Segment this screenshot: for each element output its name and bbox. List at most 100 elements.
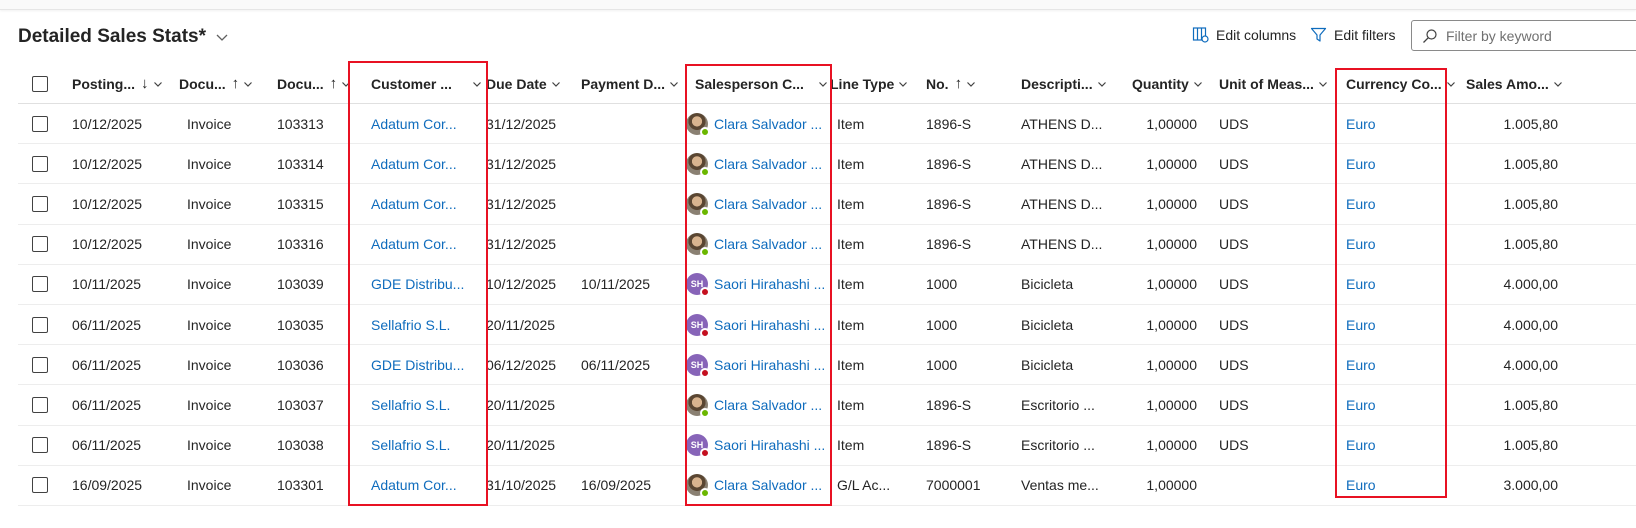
table-row[interactable]: 06/11/2025 Invoice 103038 Sellafrio S.L. 20/… <box>18 426 1636 466</box>
chevron-down-icon[interactable] <box>243 79 253 89</box>
customer-cell[interactable]: Sellafrio S.L. <box>371 385 450 424</box>
customer-cell[interactable]: GDE Distribu... <box>371 345 464 384</box>
filter-input[interactable] <box>1444 26 1624 45</box>
salesperson-cell[interactable]: Clara Salvador ... <box>686 184 822 223</box>
chevron-down-icon[interactable] <box>153 79 163 89</box>
row-checkbox[interactable] <box>32 396 48 413</box>
currency-code-cell[interactable]: Euro <box>1346 345 1376 384</box>
customer-value[interactable]: Adatum Cor... <box>371 156 457 172</box>
chevron-down-icon[interactable] <box>1446 79 1456 89</box>
column-header-description[interactable]: Descripti... <box>1021 64 1107 103</box>
salesperson-value[interactable]: Saori Hirahashi ... <box>714 437 825 453</box>
table-row[interactable]: 06/11/2025 Invoice 103036 GDE Distribu... 06… <box>18 345 1636 386</box>
currency-code-value[interactable]: Euro <box>1346 317 1376 333</box>
customer-cell[interactable]: Adatum Cor... <box>371 144 457 183</box>
currency-code-cell[interactable]: Euro <box>1346 104 1376 143</box>
row-checkbox[interactable] <box>32 437 48 454</box>
currency-code-value[interactable]: Euro <box>1346 397 1376 413</box>
column-header-document-no[interactable]: Docu... ↑ <box>277 64 351 103</box>
customer-value[interactable]: GDE Distribu... <box>371 276 464 292</box>
currency-code-value[interactable]: Euro <box>1346 276 1376 292</box>
customer-value[interactable]: Sellafrio S.L. <box>371 317 450 333</box>
edit-columns-button[interactable]: Edit columns <box>1192 26 1296 43</box>
table-row[interactable]: 10/12/2025 Invoice 103313 Adatum Cor... 31/1… <box>18 104 1636 145</box>
currency-code-value[interactable]: Euro <box>1346 477 1376 493</box>
salesperson-cell[interactable]: Clara Salvador ... <box>686 466 822 505</box>
column-header-line-type[interactable]: Line Type <box>830 64 908 103</box>
customer-cell[interactable]: Sellafrio S.L. <box>371 305 450 344</box>
customer-value[interactable]: Adatum Cor... <box>371 477 457 493</box>
currency-code-cell[interactable]: Euro <box>1346 265 1376 304</box>
chevron-down-icon[interactable] <box>818 79 828 89</box>
salesperson-value[interactable]: Saori Hirahashi ... <box>714 357 825 373</box>
edit-filters-button[interactable]: Edit filters <box>1310 26 1395 43</box>
row-checkbox[interactable] <box>32 477 48 494</box>
column-header-sales-amount[interactable]: Sales Amo... <box>1466 64 1563 103</box>
currency-code-cell[interactable]: Euro <box>1346 385 1376 424</box>
salesperson-value[interactable]: Saori Hirahashi ... <box>714 317 825 333</box>
chevron-down-icon[interactable] <box>472 79 482 89</box>
column-header-unit-of-measure[interactable]: Unit of Meas... <box>1219 64 1328 103</box>
table-row[interactable]: 16/09/2025 Invoice 103301 Adatum Cor... 31/1… <box>18 466 1636 506</box>
currency-code-value[interactable]: Euro <box>1346 196 1376 212</box>
currency-code-cell[interactable]: Euro <box>1346 184 1376 223</box>
chevron-down-icon[interactable] <box>551 79 561 89</box>
salesperson-cell[interactable]: SH Saori Hirahashi ... <box>686 345 825 384</box>
salesperson-cell[interactable]: SH Saori Hirahashi ... <box>686 426 825 465</box>
salesperson-cell[interactable]: Clara Salvador ... <box>686 144 822 183</box>
customer-value[interactable]: Sellafrio S.L. <box>371 397 450 413</box>
select-all-checkbox[interactable] <box>32 75 48 92</box>
table-row[interactable]: 10/12/2025 Invoice 103315 Adatum Cor... 31/1… <box>18 184 1636 225</box>
customer-cell[interactable]: Adatum Cor... <box>371 225 457 264</box>
customer-value[interactable]: Adatum Cor... <box>371 116 457 132</box>
currency-code-value[interactable]: Euro <box>1346 236 1376 252</box>
chevron-down-icon[interactable] <box>1553 79 1563 89</box>
chevron-down-icon[interactable] <box>1193 79 1203 89</box>
row-checkbox[interactable] <box>32 316 48 333</box>
customer-value[interactable]: Adatum Cor... <box>371 196 457 212</box>
salesperson-cell[interactable]: SH Saori Hirahashi ... <box>686 305 825 344</box>
salesperson-cell[interactable]: Clara Salvador ... <box>686 104 822 143</box>
column-header-posting-date[interactable]: Posting... ↓ <box>72 64 163 103</box>
currency-code-cell[interactable]: Euro <box>1346 426 1376 465</box>
currency-code-value[interactable]: Euro <box>1346 156 1376 172</box>
customer-cell[interactable]: Adatum Cor... <box>371 104 457 143</box>
salesperson-value[interactable]: Clara Salvador ... <box>714 156 822 172</box>
salesperson-cell[interactable]: Clara Salvador ... <box>686 385 822 424</box>
currency-code-cell[interactable]: Euro <box>1346 305 1376 344</box>
row-checkbox[interactable] <box>32 276 48 293</box>
keyword-filter[interactable] <box>1411 20 1636 51</box>
column-header-quantity[interactable]: Quantity <box>1132 64 1203 103</box>
column-header-item-no[interactable]: No. ↑ <box>926 64 976 103</box>
customer-cell[interactable]: GDE Distribu... <box>371 265 464 304</box>
table-row[interactable]: 10/12/2025 Invoice 103316 Adatum Cor... 31/1… <box>18 225 1636 265</box>
column-header-document-type[interactable]: Docu... ↑ <box>179 64 253 103</box>
row-checkbox[interactable] <box>32 356 48 373</box>
salesperson-value[interactable]: Clara Salvador ... <box>714 236 822 252</box>
column-header-currency-code[interactable]: Currency Co... <box>1346 64 1456 103</box>
column-header-payment-date[interactable]: Payment D... <box>581 64 679 103</box>
salesperson-value[interactable]: Clara Salvador ... <box>714 397 822 413</box>
row-checkbox[interactable] <box>32 195 48 212</box>
currency-code-cell[interactable]: Euro <box>1346 225 1376 264</box>
customer-cell[interactable]: Adatum Cor... <box>371 184 457 223</box>
row-checkbox[interactable] <box>32 236 48 253</box>
customer-value[interactable]: Sellafrio S.L. <box>371 437 450 453</box>
chevron-down-icon[interactable] <box>966 79 976 89</box>
table-row[interactable]: 06/11/2025 Invoice 103037 Sellafrio S.L. 20/… <box>18 385 1636 426</box>
salesperson-value[interactable]: Clara Salvador ... <box>714 477 822 493</box>
salesperson-value[interactable]: Clara Salvador ... <box>714 116 822 132</box>
customer-value[interactable]: Adatum Cor... <box>371 236 457 252</box>
column-header-due-date[interactable]: Due Date <box>486 64 561 103</box>
column-header-salesperson[interactable]: Salesperson C... <box>695 64 828 103</box>
currency-code-value[interactable]: Euro <box>1346 437 1376 453</box>
table-row[interactable]: 10/12/2025 Invoice 103314 Adatum Cor... 31/1… <box>18 144 1636 185</box>
customer-cell[interactable]: Adatum Cor... <box>371 466 457 505</box>
chevron-down-icon[interactable] <box>341 79 351 89</box>
currency-code-cell[interactable]: Euro <box>1346 466 1376 505</box>
chevron-down-icon[interactable] <box>669 79 679 89</box>
currency-code-value[interactable]: Euro <box>1346 357 1376 373</box>
row-checkbox[interactable] <box>32 115 48 132</box>
salesperson-value[interactable]: Clara Salvador ... <box>714 196 822 212</box>
table-row[interactable]: 06/11/2025 Invoice 103035 Sellafrio S.L. 20/… <box>18 305 1636 346</box>
